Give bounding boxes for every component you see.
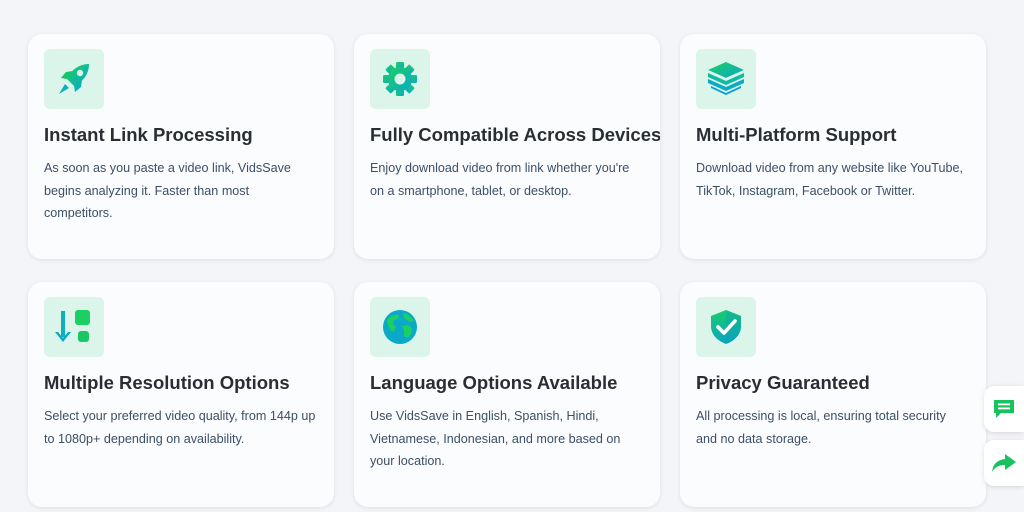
feature-icon-box bbox=[44, 49, 104, 109]
feature-description: Use VidsSave in English, Spanish, Hindi,… bbox=[370, 409, 621, 468]
feature-description: Download video from any website like You… bbox=[696, 161, 963, 198]
feature-title: Instant Link Processing bbox=[44, 124, 253, 145]
layers-icon bbox=[708, 62, 744, 95]
feature-icon-box bbox=[44, 297, 104, 357]
sort-download-icon bbox=[55, 310, 90, 342]
feature-description: Select your preferred video quality, fro… bbox=[44, 409, 316, 446]
feature-card-language-options: Language Options Available Use VidsSave … bbox=[354, 282, 660, 507]
feature-title: Multi-Platform Support bbox=[696, 124, 897, 145]
feature-card-compatible-devices: Fully Compatible Across Devices Enjoy do… bbox=[354, 34, 660, 259]
feedback-button[interactable] bbox=[984, 386, 1024, 432]
feature-icon-box bbox=[696, 297, 756, 357]
feature-card-resolution-options: Multiple Resolution Options Select your … bbox=[28, 282, 334, 507]
feedback-chat-icon bbox=[994, 400, 1014, 418]
feature-title: Language Options Available bbox=[370, 372, 618, 393]
share-button[interactable] bbox=[984, 440, 1024, 486]
feature-description: All processing is local, ensuring total … bbox=[696, 409, 946, 446]
feature-description: As soon as you paste a video link, VidsS… bbox=[44, 161, 291, 220]
rocket-icon bbox=[59, 64, 89, 94]
feature-title: Multiple Resolution Options bbox=[44, 372, 290, 393]
gear-icon bbox=[383, 62, 417, 96]
feature-description: Enjoy download video from link whether y… bbox=[370, 161, 630, 198]
feature-card-instant-link: Instant Link Processing As soon as you p… bbox=[28, 34, 334, 259]
feature-title: Fully Compatible Across Devices bbox=[370, 124, 660, 145]
feature-title: Privacy Guaranteed bbox=[696, 372, 870, 393]
share-arrow-icon bbox=[992, 454, 1016, 472]
feature-icon-box bbox=[370, 297, 430, 357]
globe-icon bbox=[383, 310, 417, 344]
feature-card-multi-platform: Multi-Platform Support Download video fr… bbox=[680, 34, 986, 259]
feature-icon-box bbox=[696, 49, 756, 109]
features-grid: Instant Link Processing As soon as you p… bbox=[28, 34, 986, 507]
feature-icon-box bbox=[370, 49, 430, 109]
feature-card-privacy: Privacy Guaranteed All processing is loc… bbox=[680, 282, 986, 507]
shield-check-icon bbox=[711, 310, 741, 344]
